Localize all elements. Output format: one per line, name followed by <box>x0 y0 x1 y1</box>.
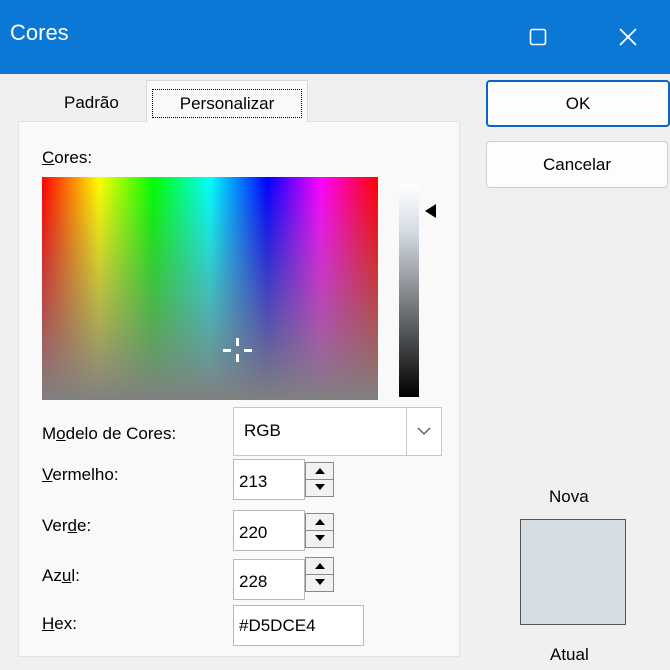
color-model-value: RGB <box>244 421 281 440</box>
close-button[interactable] <box>585 0 670 74</box>
green-up-button[interactable] <box>306 514 333 531</box>
hex-label: Hex: <box>42 614 77 633</box>
window-title: Cores <box>10 20 69 45</box>
arrow-down-icon <box>314 535 325 541</box>
crosshair-icon <box>223 338 252 362</box>
arrow-down-icon <box>314 579 325 585</box>
red-input[interactable]: 213 <box>233 459 305 500</box>
blue-input[interactable]: 228 <box>233 559 305 600</box>
maximize-icon <box>529 28 546 46</box>
arrow-down-icon <box>314 484 325 490</box>
color-spectrum[interactable] <box>42 177 378 400</box>
new-color-label: Nova <box>549 487 589 506</box>
blue-down-button[interactable] <box>306 574 333 590</box>
color-model-label: Modelo de Cores: <box>42 424 177 443</box>
blue-spinner[interactable] <box>305 557 334 592</box>
tab-personalizar-label: Personalizar <box>179 93 275 113</box>
blue-up-button[interactable] <box>306 558 333 575</box>
green-label: Verde: <box>42 516 92 535</box>
red-spinner[interactable] <box>305 462 334 497</box>
hex-input[interactable]: #D5DCE4 <box>233 605 364 646</box>
arrow-up-icon <box>314 563 325 569</box>
maximize-button[interactable] <box>495 0 580 74</box>
tab-personalizar[interactable]: Personalizar <box>146 80 308 122</box>
hex-value: #D5DCE4 <box>239 616 316 635</box>
arrow-up-icon <box>314 468 325 474</box>
tab-padrao[interactable]: Padrão <box>64 93 119 113</box>
green-value: 220 <box>239 523 268 542</box>
title-bar: Cores <box>0 0 670 74</box>
ok-button[interactable]: OK <box>486 80 670 127</box>
select-arrow[interactable] <box>406 408 441 455</box>
red-down-button[interactable] <box>306 479 333 495</box>
arrow-up-icon <box>314 519 325 525</box>
luminance-arrow-icon[interactable] <box>425 204 436 218</box>
color-preview-swatch <box>520 519 626 625</box>
red-up-button[interactable] <box>306 463 333 480</box>
red-label: Vermelho: <box>42 465 119 484</box>
green-down-button[interactable] <box>306 530 333 546</box>
tab-focus-rect: Personalizar <box>152 89 302 118</box>
red-value: 213 <box>239 472 268 491</box>
chevron-down-icon <box>417 427 431 435</box>
colors-label: Cores: <box>42 148 93 167</box>
close-icon <box>618 28 637 46</box>
luminance-slider[interactable] <box>399 184 419 397</box>
blue-label: Azul: <box>42 566 80 585</box>
blue-value: 228 <box>239 572 268 591</box>
green-spinner[interactable] <box>305 513 334 548</box>
color-model-select[interactable]: RGB <box>233 407 442 456</box>
green-input[interactable]: 220 <box>233 510 305 551</box>
cancel-button[interactable]: Cancelar <box>486 141 668 188</box>
current-color-label: Atual <box>550 645 589 664</box>
